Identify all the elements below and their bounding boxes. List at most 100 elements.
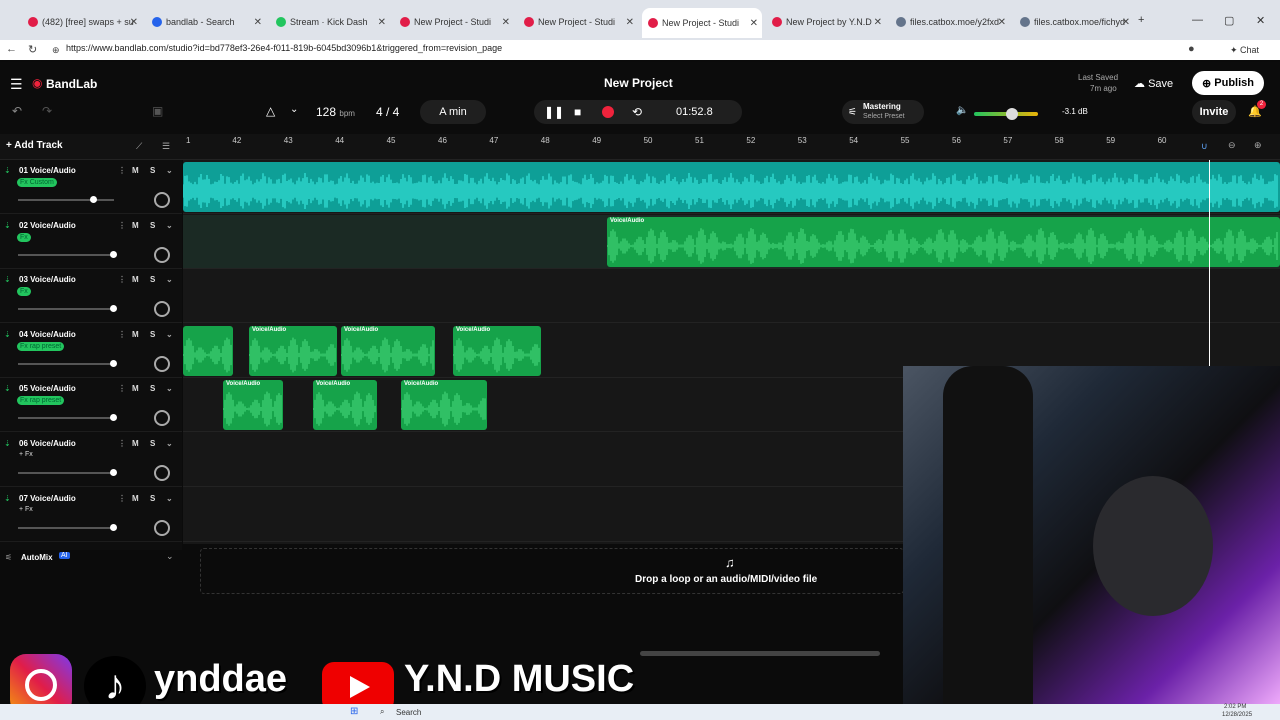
fx-button[interactable]: Fx xyxy=(17,287,31,297)
url-field[interactable]: https://www.bandlab.com/studio?id=bd778e… xyxy=(66,43,502,53)
audio-clip[interactable]: Voice/Audio xyxy=(401,380,487,431)
record-icon[interactable] xyxy=(602,106,614,118)
pan-knob[interactable] xyxy=(154,192,170,208)
track-volume-slider[interactable] xyxy=(18,469,117,476)
track-lane[interactable] xyxy=(183,269,1280,324)
track-volume-knob[interactable] xyxy=(110,414,117,422)
input-arrow-icon[interactable]: ⇣ xyxy=(4,166,11,175)
reload-icon[interactable]: ↻ xyxy=(28,43,37,56)
key-selector[interactable]: A min xyxy=(420,100,486,124)
input-arrow-icon[interactable]: ⇣ xyxy=(4,439,11,448)
redo-icon[interactable]: ↷ xyxy=(42,104,52,118)
audio-clip[interactable] xyxy=(183,325,233,376)
close-tab-icon[interactable]: ✕ xyxy=(998,17,1006,28)
input-arrow-icon[interactable]: ⇣ xyxy=(4,330,11,339)
timeline-ruler[interactable]: + Add Track ⟋ ☰ 1 42 43 44 45 46 47 48 49 50 51 52 5… xyxy=(0,134,1280,160)
pan-knob[interactable] xyxy=(154,519,170,536)
wand-icon[interactable]: ⟋ xyxy=(136,141,142,152)
audio-clip[interactable]: Voice/Audio xyxy=(249,325,337,376)
master-volume-knob[interactable] xyxy=(1006,108,1018,120)
input-arrow-icon[interactable]: ⇣ xyxy=(4,384,11,393)
track-header[interactable]: ⇣ 07 Voice/Audio ⋮ M S ⌄ + Fx xyxy=(0,488,182,542)
track-volume-knob[interactable] xyxy=(89,196,97,203)
pan-knob[interactable] xyxy=(154,246,170,263)
profile-avatar-icon[interactable]: ● xyxy=(1188,43,1195,55)
settings-icon[interactable]: ☰ xyxy=(162,141,170,152)
track-menu-icon[interactable]: ⋮ xyxy=(118,330,126,339)
audio-clip[interactable]: Voice/Audio xyxy=(341,325,435,376)
add-track-button[interactable]: + Add Track xyxy=(6,140,63,151)
audio-clip[interactable]: Voice/Audio xyxy=(607,216,1280,267)
track-volume-knob[interactable] xyxy=(110,469,117,476)
chevron-down-icon[interactable]: ⌄ xyxy=(166,551,174,562)
browser-tab[interactable]: New Project - Studi ✕ xyxy=(518,10,638,34)
browser-tab[interactable]: New Project - Studi ✕ xyxy=(642,8,762,38)
hamburger-menu-icon[interactable]: ☰ xyxy=(10,76,23,93)
audio-clip[interactable]: Voice/Audio xyxy=(223,380,283,431)
track-volume-slider[interactable] xyxy=(18,359,117,367)
bpm-field[interactable]: 128 bpm xyxy=(316,105,355,119)
track-name[interactable]: 03 Voice/Audio xyxy=(19,275,76,284)
track-volume-slider[interactable] xyxy=(18,305,117,313)
track-header[interactable]: ⇣ 03 Voice/Audio ⋮ M S ⌄ Fx xyxy=(0,269,182,324)
fx-button[interactable]: Fx xyxy=(17,232,31,242)
track-menu-icon[interactable]: ⋮ xyxy=(118,166,126,175)
chevron-down-icon[interactable]: ⌄ xyxy=(166,494,173,503)
track-volume-slider[interactable] xyxy=(18,523,117,531)
chevron-down-icon[interactable]: ⌄ xyxy=(166,275,173,284)
close-tab-icon[interactable]: ✕ xyxy=(130,17,138,28)
add-fx-button[interactable]: + Fx xyxy=(19,506,33,513)
stop-icon[interactable]: ■ xyxy=(574,105,581,119)
track-menu-icon[interactable]: ⋮ xyxy=(118,384,126,393)
pan-knob[interactable] xyxy=(154,410,170,427)
browser-tab[interactable]: bandlab - Search ✕ xyxy=(146,10,266,34)
new-tab-button[interactable]: + xyxy=(1138,14,1144,26)
track-header[interactable]: ⇣ 01 Voice/Audio ⋮ M S ⌄ Fx Custom xyxy=(0,160,182,214)
track-menu-icon[interactable]: ⋮ xyxy=(118,494,126,503)
track-volume-knob[interactable] xyxy=(110,523,117,531)
browser-tab[interactable]: New Project - Studi ✕ xyxy=(394,10,514,34)
track-name[interactable]: 02 Voice/Audio xyxy=(19,221,76,230)
minimize-window-button[interactable]: — xyxy=(1192,14,1203,26)
mute-button[interactable]: M xyxy=(132,166,139,175)
pause-icon[interactable]: ❚❚ xyxy=(544,105,564,119)
track-menu-icon[interactable]: ⋮ xyxy=(118,275,126,284)
back-arrow-icon[interactable]: ← xyxy=(6,43,17,55)
mute-button[interactable]: M xyxy=(132,221,139,230)
browser-tab[interactable]: files.catbox.moe/y2fxd ✕ xyxy=(890,10,1010,34)
zoom-out-icon[interactable]: ⊖ xyxy=(1228,140,1236,151)
audio-clip[interactable]: Voice/Audio xyxy=(313,380,377,431)
track-volume-knob[interactable] xyxy=(110,305,117,313)
close-tab-icon[interactable]: ✕ xyxy=(378,17,386,28)
input-arrow-icon[interactable]: ⇣ xyxy=(4,221,11,230)
close-tab-icon[interactable]: ✕ xyxy=(874,17,882,28)
windows-start-icon[interactable]: ⊞ xyxy=(350,706,358,717)
bandlab-logo[interactable]: BandLab xyxy=(46,77,97,91)
automix-row[interactable]: ⚟ AutoMix AI ⌄ xyxy=(0,548,182,568)
track-name[interactable]: 04 Voice/Audio xyxy=(19,330,76,339)
track-header[interactable]: ⇣ 04 Voice/Audio ⋮ M S ⌄ Fx rap preset xyxy=(0,324,182,378)
solo-button[interactable]: S xyxy=(150,221,155,230)
loop-icon[interactable]: ⟲ xyxy=(632,105,642,119)
track-header[interactable]: ⇣ 02 Voice/Audio ⋮ M S ⌄ Fx xyxy=(0,215,182,269)
track-volume-slider[interactable] xyxy=(18,414,117,422)
track-name[interactable]: 01 Voice/Audio xyxy=(19,166,76,175)
track-header[interactable]: ⇣ 06 Voice/Audio ⋮ M S ⌄ + Fx xyxy=(0,433,182,487)
track-menu-icon[interactable]: ⋮ xyxy=(118,221,126,230)
close-tab-icon[interactable]: ✕ xyxy=(502,17,510,28)
speaker-icon[interactable]: 🔈 xyxy=(956,105,968,116)
solo-button[interactable]: S xyxy=(150,275,155,284)
audio-clip[interactable] xyxy=(183,162,1280,212)
maximize-window-button[interactable]: ▢ xyxy=(1224,14,1234,27)
taskbar-search-label[interactable]: Search xyxy=(396,708,421,717)
save-button[interactable]: ☁ Save xyxy=(1134,77,1173,90)
input-arrow-icon[interactable]: ⇣ xyxy=(4,275,11,284)
mute-button[interactable]: M xyxy=(132,439,139,448)
close-tab-icon[interactable]: ✕ xyxy=(1122,17,1130,28)
browser-tab[interactable]: files.catbox.moe/fichyd ✕ xyxy=(1014,10,1134,34)
zoom-in-icon[interactable]: ⊕ xyxy=(1254,140,1262,151)
publish-button[interactable]: ⊕ Publish xyxy=(1192,71,1264,95)
track-name[interactable]: 07 Voice/Audio xyxy=(19,494,76,503)
chevron-down-icon[interactable]: ⌄ xyxy=(166,384,173,393)
track-volume-slider[interactable] xyxy=(18,196,114,203)
